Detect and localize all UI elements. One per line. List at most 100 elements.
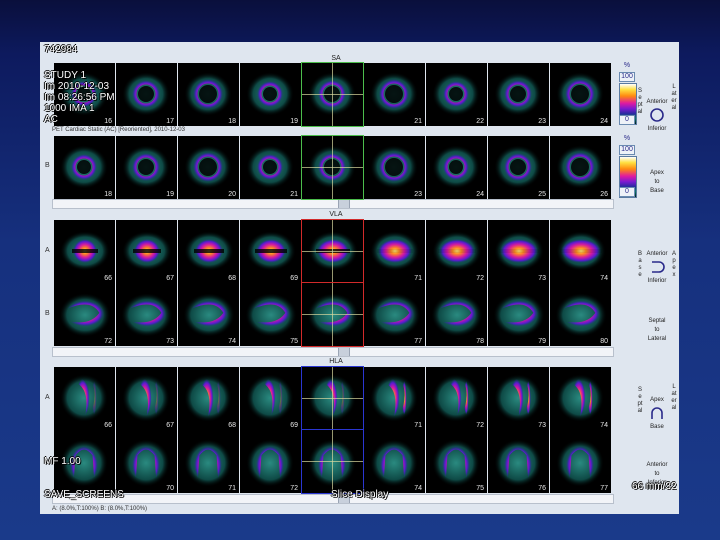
vla-section-label: VLA [329, 211, 343, 218]
vla-septal-line-3: Lateral [647, 336, 667, 342]
slice-number: 74 [600, 275, 608, 282]
colorbar-top-min: 0 [619, 115, 635, 125]
sa-row-a-slice[interactable]: 17 [116, 63, 177, 126]
sa-row-b-slice[interactable]: 23 [364, 136, 425, 199]
vla-row-a-slice[interactable]: 66 [54, 220, 115, 283]
slice-number: 21 [290, 191, 298, 198]
sa-row-b-slice[interactable]: 24 [426, 136, 487, 199]
vla-row-b-slice[interactable] [301, 282, 364, 347]
hla-row-b-slice[interactable] [301, 429, 364, 494]
vla-row-a-slice[interactable]: 74 [550, 220, 611, 283]
slice-number: 23 [538, 118, 546, 125]
slice-number: 78 [476, 338, 484, 345]
hla-row-b-slice[interactable]: 77 [550, 430, 611, 493]
vla-row-b-letter: B [45, 310, 50, 317]
hla-row-a-slice[interactable]: 73 [488, 367, 549, 430]
crosshair-v [332, 367, 333, 430]
vla-row-b-slice[interactable]: 72 [54, 283, 115, 346]
crosshair-v [332, 283, 333, 346]
vla-row-b-slice[interactable]: 77 [364, 283, 425, 346]
hla-ant-line-2: to [654, 471, 660, 477]
vla-row-a-slice[interactable]: 69 [240, 220, 301, 283]
vla-row-b-slice[interactable]: 75 [240, 283, 301, 346]
vla-row-a-slice[interactable]: 71 [364, 220, 425, 283]
slice-number: 20 [228, 191, 236, 198]
slice-number: 69 [290, 422, 298, 429]
patient-id: 742984 [44, 44, 78, 55]
hla-orient-bottom: Base [650, 424, 664, 430]
slice-number: 16 [104, 118, 112, 125]
sa-scrollbar-thumb[interactable] [338, 200, 350, 208]
sa-row-a-slice[interactable] [301, 62, 364, 127]
vla-row-a-slice[interactable]: 73 [488, 220, 549, 283]
save-screens-button[interactable]: SAVE_SCREENS [44, 489, 124, 500]
mf-info: MF 1.00 [44, 456, 81, 467]
vla-orient-bottom: Inferior [647, 278, 667, 284]
slice-display-title: Slice Display [331, 489, 389, 500]
hla-row-a-slice[interactable] [301, 366, 364, 431]
vla-scrollbar-thumb[interactable] [338, 348, 350, 356]
sa-scrollbar[interactable] [52, 199, 614, 209]
vla-row-a-letter: A [45, 247, 50, 254]
ima-info: 1000 IMA 1 [44, 103, 95, 114]
hla-orient-top: Apex [650, 397, 664, 403]
hla-row-b-slice[interactable]: 76 [488, 430, 549, 493]
slice-number: 71 [414, 275, 422, 282]
sa-row-b-slice[interactable]: 18 [54, 136, 115, 199]
hla-row-a-slice[interactable]: 69 [240, 367, 301, 430]
sa-row-b-slice[interactable] [301, 135, 364, 200]
sa-row-b-slice[interactable]: 26 [550, 136, 611, 199]
slice-number: 66 [104, 275, 112, 282]
sa-apex-line-2: to [654, 179, 660, 185]
crosshair-v [332, 430, 333, 493]
slice-number: 24 [600, 118, 608, 125]
hla-row-b-slice[interactable]: 75 [426, 430, 487, 493]
sa-row-a-slice[interactable]: 18 [178, 63, 239, 126]
hla-row-a-slice[interactable]: 66 [54, 367, 115, 430]
colorbar-top-unit: % [623, 62, 631, 69]
slice-number: 72 [290, 485, 298, 492]
vla-row-b-slice[interactable]: 74 [178, 283, 239, 346]
slice-number: 72 [104, 338, 112, 345]
vla-row-b-slice[interactable]: 79 [488, 283, 549, 346]
vla-row-a-slice[interactable]: 67 [116, 220, 177, 283]
sa-row-a-slice[interactable]: 22 [426, 63, 487, 126]
study-label: STUDY 1 [44, 70, 87, 81]
hla-row-a-slice[interactable]: 71 [364, 367, 425, 430]
hla-row-a-slice[interactable]: 74 [550, 367, 611, 430]
hla-row-a-slice[interactable]: 72 [426, 367, 487, 430]
vla-septal-line-2: to [654, 327, 660, 333]
sa-section-label: SA [331, 55, 341, 62]
sa-row-b-slice[interactable]: 21 [240, 136, 301, 199]
slice-number: 24 [476, 191, 484, 198]
sa-row-a-slice[interactable]: 19 [240, 63, 301, 126]
ac-info: AC [44, 114, 58, 125]
hla-row-b-slice[interactable]: 74 [364, 430, 425, 493]
vla-row-a-slice[interactable]: 68 [178, 220, 239, 283]
sa-row-b-slice[interactable]: 20 [178, 136, 239, 199]
hla-arch-icon [651, 407, 663, 419]
hla-row-a-slice[interactable]: 68 [178, 367, 239, 430]
vla-septal-line-1: Septal [648, 318, 666, 324]
hla-row-a-slice[interactable]: 67 [116, 367, 177, 430]
slice-number: 73 [538, 275, 546, 282]
slice-number: 75 [476, 485, 484, 492]
hla-row-b-slice[interactable]: 72 [240, 430, 301, 493]
hla-row-b-slice[interactable]: 71 [178, 430, 239, 493]
sa-row-b-slice[interactable]: 25 [488, 136, 549, 199]
slice-number: 71 [414, 422, 422, 429]
vla-row-a-slice[interactable]: 72 [426, 220, 487, 283]
vla-row-a-slice[interactable] [301, 219, 364, 284]
sa-row-a-slice[interactable]: 24 [550, 63, 611, 126]
vla-scrollbar[interactable] [52, 347, 614, 357]
colorbar-bottom-min: 0 [619, 187, 635, 197]
sa-row-a-slice[interactable]: 21 [364, 63, 425, 126]
hla-row-b-slice[interactable]: 70 [116, 430, 177, 493]
study-date: Im 2010-12-03 [44, 81, 110, 92]
sa-row-b-slice[interactable]: 19 [116, 136, 177, 199]
sa-row-a-slice[interactable]: 23 [488, 63, 549, 126]
vla-row-b-slice[interactable]: 80 [550, 283, 611, 346]
vla-row-b-slice[interactable]: 78 [426, 283, 487, 346]
crosshair-v [332, 63, 333, 126]
vla-row-b-slice[interactable]: 73 [116, 283, 177, 346]
